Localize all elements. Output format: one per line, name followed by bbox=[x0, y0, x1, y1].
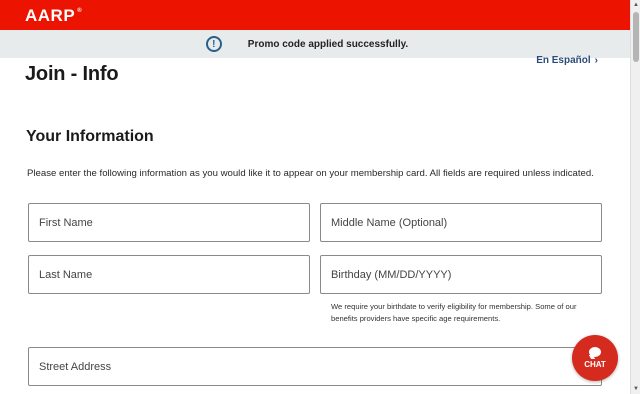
page-title: Join - Info bbox=[25, 63, 119, 85]
chat-button[interactable]: CHAT bbox=[572, 335, 618, 381]
first-name-field[interactable] bbox=[28, 203, 310, 242]
last-name-field[interactable] bbox=[28, 255, 310, 294]
middle-name-field[interactable] bbox=[320, 203, 602, 242]
birthday-helper-text: We require your birthdate to verify elig… bbox=[331, 302, 577, 323]
chat-label: CHAT bbox=[584, 360, 606, 369]
promo-message: Promo code applied successfully. bbox=[247, 38, 409, 50]
birthday-field[interactable] bbox=[320, 255, 602, 294]
section-title: Your Information bbox=[26, 128, 154, 145]
first-name-input[interactable] bbox=[39, 216, 309, 229]
logo-text: AARP ® bbox=[25, 6, 83, 25]
promo-banner: ! Promo code applied successfully. bbox=[0, 30, 630, 58]
info-circle-icon: ! bbox=[205, 36, 222, 52]
language-link-label: En Español bbox=[536, 55, 591, 66]
top-bar: AARP ® bbox=[0, 0, 630, 30]
street-address-input[interactable] bbox=[39, 360, 601, 373]
middle-name-input[interactable] bbox=[331, 216, 601, 229]
intro-text: Please enter the following information a… bbox=[27, 168, 594, 179]
chat-bubble-icon bbox=[589, 347, 601, 357]
birthday-input[interactable] bbox=[331, 268, 601, 281]
scroll-down-arrow-icon[interactable]: ▼ bbox=[631, 384, 640, 394]
last-name-input[interactable] bbox=[39, 268, 309, 281]
scroll-up-arrow-icon[interactable]: ▲ bbox=[631, 0, 640, 10]
street-address-field[interactable] bbox=[28, 347, 602, 386]
registered-mark: ® bbox=[77, 8, 83, 14]
language-toggle-link[interactable]: En Español › bbox=[536, 55, 598, 66]
scrollbar[interactable]: ▲ ▼ bbox=[630, 0, 640, 394]
scrollbar-thumb[interactable] bbox=[633, 12, 639, 62]
chevron-right-icon: › bbox=[594, 55, 598, 66]
aarp-logo[interactable]: AARP ® bbox=[25, 6, 83, 25]
